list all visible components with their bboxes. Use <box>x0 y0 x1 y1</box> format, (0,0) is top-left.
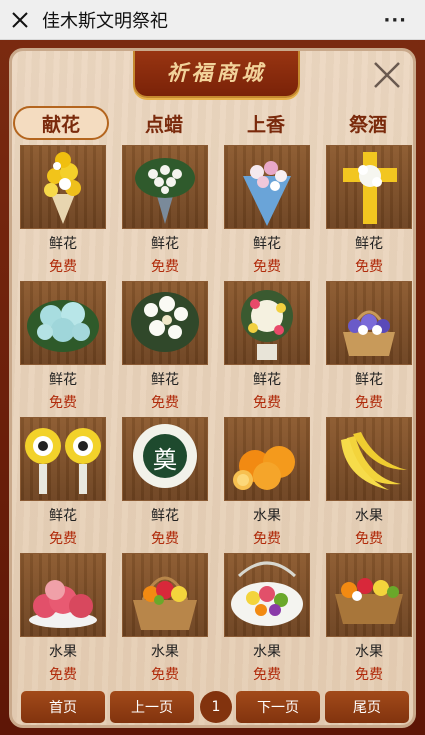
white-rose-bouquet-icon[interactable] <box>122 145 208 229</box>
wreath-stand-icon[interactable] <box>224 281 310 365</box>
item-name: 鲜花 <box>151 508 179 524</box>
item-name: 鲜花 <box>151 372 179 388</box>
item-name: 鲜花 <box>355 372 383 388</box>
item-price: 免费 <box>49 667 77 683</box>
page-title: 佳木斯文明祭祀 <box>42 10 168 32</box>
item-price: 免费 <box>151 259 179 275</box>
product-item[interactable]: 鲜花 免费 <box>20 417 106 549</box>
peaches-icon[interactable] <box>20 553 106 637</box>
item-price: 免费 <box>355 395 383 411</box>
mixed-fruit-basket-icon[interactable] <box>326 553 412 637</box>
product-item[interactable]: 水果 免费 <box>122 553 208 685</box>
product-item[interactable]: 水果 免费 <box>326 553 412 685</box>
item-name: 鲜花 <box>49 372 77 388</box>
shop-panel: 祈福商城 献花 点蜡 上香 祭酒 鲜花 免费 鲜花 免费 鲜花 免费 鲜花 免费… <box>9 48 416 728</box>
product-item[interactable]: 鲜花 免费 <box>20 281 106 413</box>
product-item[interactable]: 奠 鲜花 免费 <box>122 417 208 549</box>
item-name: 水果 <box>49 644 77 660</box>
next-page-button[interactable]: 下一页 <box>236 691 320 723</box>
item-price: 免费 <box>151 395 179 411</box>
item-price: 免费 <box>151 667 179 683</box>
item-price: 免费 <box>355 259 383 275</box>
shop-banner: 祈福商城 <box>133 51 300 98</box>
panel-close-icon[interactable] <box>369 57 405 93</box>
blue-hydrangea-icon[interactable] <box>20 281 106 365</box>
item-name: 水果 <box>151 644 179 660</box>
product-item[interactable]: 水果 免费 <box>326 417 412 549</box>
item-price: 免费 <box>253 395 281 411</box>
item-name: 鲜花 <box>253 236 281 252</box>
product-item[interactable]: 水果 免费 <box>224 417 310 549</box>
bananas-icon[interactable] <box>326 417 412 501</box>
product-item[interactable]: 鲜花 免费 <box>224 281 310 413</box>
item-name: 水果 <box>355 508 383 524</box>
tab-incense[interactable]: 上香 <box>218 106 314 140</box>
product-item[interactable]: 水果 免费 <box>224 553 310 685</box>
fruit-basket-icon[interactable] <box>122 553 208 637</box>
purple-flower-basket-icon[interactable] <box>326 281 412 365</box>
product-item[interactable]: 鲜花 免费 <box>122 281 208 413</box>
top-navigation-bar: 佳木斯文明祭祀 ··· <box>0 0 425 40</box>
memorial-wreath-icon[interactable]: 奠 <box>122 417 208 501</box>
category-tabs: 献花 点蜡 上香 祭酒 <box>12 106 413 142</box>
item-name: 水果 <box>355 644 383 660</box>
more-options-icon[interactable]: ··· <box>383 10 407 31</box>
first-page-button[interactable]: 首页 <box>21 691 105 723</box>
pagination: 首页 上一页 1 下一页 尾页 <box>12 691 413 725</box>
item-name: 鲜花 <box>253 372 281 388</box>
item-price: 免费 <box>253 259 281 275</box>
item-name: 鲜花 <box>355 236 383 252</box>
item-price: 免费 <box>253 531 281 547</box>
current-page-indicator: 1 <box>200 691 232 723</box>
fruit-platter-icon[interactable] <box>224 553 310 637</box>
item-price: 免费 <box>355 667 383 683</box>
chrysanthemum-cross-icon[interactable] <box>326 145 412 229</box>
blue-wrapped-bouquet-icon[interactable] <box>224 145 310 229</box>
item-price: 免费 <box>253 667 281 683</box>
item-price: 免费 <box>49 259 77 275</box>
item-name: 鲜花 <box>49 508 77 524</box>
oranges-icon[interactable] <box>224 417 310 501</box>
item-name: 鲜花 <box>151 236 179 252</box>
product-item[interactable]: 鲜花 免费 <box>20 145 106 277</box>
product-item[interactable]: 鲜花 免费 <box>224 145 310 277</box>
item-name: 鲜花 <box>49 236 77 252</box>
tab-candles[interactable]: 点蜡 <box>116 106 212 140</box>
twin-memorial-wreaths-icon[interactable] <box>20 417 106 501</box>
item-price: 免费 <box>49 531 77 547</box>
item-name: 水果 <box>253 508 281 524</box>
tab-wine[interactable]: 祭酒 <box>320 106 413 140</box>
item-price: 免费 <box>151 531 179 547</box>
product-item[interactable]: 水果 免费 <box>20 553 106 685</box>
product-item[interactable]: 鲜花 免费 <box>326 281 412 413</box>
item-name: 水果 <box>253 644 281 660</box>
last-page-button[interactable]: 尾页 <box>325 691 409 723</box>
memorial-wreath-emblem: 奠 <box>153 446 177 474</box>
yellow-bouquet-icon[interactable] <box>20 145 106 229</box>
item-price: 免费 <box>49 395 77 411</box>
prev-page-button[interactable]: 上一页 <box>110 691 194 723</box>
close-icon[interactable] <box>0 0 40 40</box>
item-price: 免费 <box>355 531 383 547</box>
product-item[interactable]: 鲜花 免费 <box>122 145 208 277</box>
white-lily-bouquet-icon[interactable] <box>122 281 208 365</box>
tab-flowers[interactable]: 献花 <box>13 106 109 140</box>
shop-banner-title: 祈福商城 <box>166 60 267 85</box>
product-item[interactable]: 鲜花 免费 <box>326 145 412 277</box>
